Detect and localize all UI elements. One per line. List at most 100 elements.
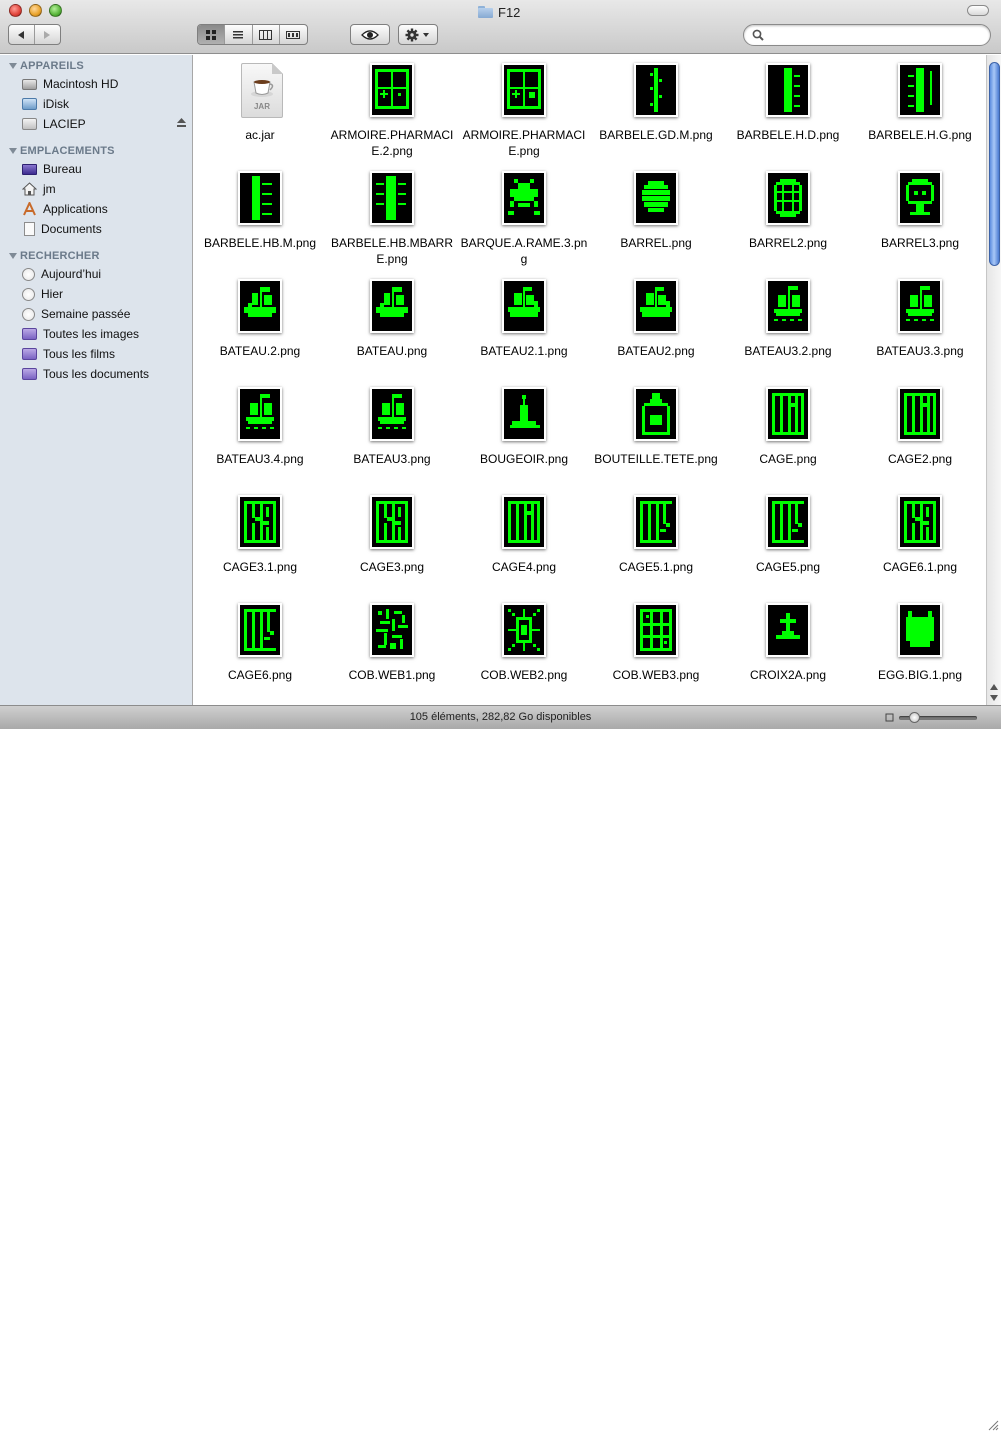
png-thumbnail-icon[interactable] <box>502 495 546 549</box>
file-name[interactable]: BARBELE.H.G.png <box>854 127 986 143</box>
file-item[interactable]: BARREL3.png <box>854 163 986 271</box>
vertical-scrollbar[interactable] <box>986 55 1001 705</box>
file-name[interactable]: BATEAU2.png <box>590 343 722 359</box>
column-view-button[interactable] <box>253 25 280 44</box>
file-item[interactable]: BARBELE.GD.M.png <box>590 55 722 163</box>
file-item[interactable]: BATEAU.2.png <box>194 271 326 379</box>
resize-grip-icon[interactable] <box>986 1418 999 1431</box>
file-name[interactable]: CAGE3.1.png <box>194 559 326 575</box>
action-menu-button[interactable] <box>398 24 438 45</box>
file-name[interactable]: BARREL3.png <box>854 235 986 251</box>
file-name[interactable]: EGG.BIG.1.png <box>854 667 986 683</box>
file-item[interactable]: CAGE3.png <box>326 487 458 595</box>
sidebar-item-today[interactable]: Aujourd’hui <box>22 265 101 283</box>
file-name[interactable]: CAGE3.png <box>326 559 458 575</box>
file-name[interactable]: ARMOIRE.PHARMACIE.2.png <box>326 127 458 159</box>
png-thumbnail-icon[interactable] <box>634 63 678 117</box>
png-thumbnail-icon[interactable] <box>898 495 942 549</box>
file-name[interactable]: CAGE4.png <box>458 559 590 575</box>
search-input[interactable] <box>768 28 978 42</box>
sidebar-header-search[interactable]: RECHERCHER <box>9 250 100 262</box>
quick-look-button[interactable] <box>350 24 390 45</box>
png-thumbnail-icon[interactable] <box>766 63 810 117</box>
png-thumbnail-icon[interactable] <box>238 387 282 441</box>
png-thumbnail-icon[interactable] <box>634 495 678 549</box>
file-item[interactable]: BARREL.png <box>590 163 722 271</box>
png-thumbnail-icon[interactable] <box>238 171 282 225</box>
file-item[interactable]: CAGE2.png <box>854 379 986 487</box>
png-thumbnail-icon[interactable] <box>634 603 678 657</box>
icon-view-button[interactable] <box>198 25 226 44</box>
file-item[interactable]: BOUTEILLE.TETE.png <box>590 379 722 487</box>
file-item[interactable]: COB.WEB1.png <box>326 595 458 703</box>
file-name[interactable]: ac.jar <box>194 127 326 143</box>
file-item[interactable]: BARQUE.A.RAME.3.png <box>458 163 590 271</box>
icon-size-slider-knob[interactable] <box>909 712 920 723</box>
jar-file-icon[interactable]: JAR <box>241 63 283 118</box>
file-item[interactable]: BATEAU3.3.png <box>854 271 986 379</box>
file-item[interactable]: BARBELE.HB.MBARRE.png <box>326 163 458 271</box>
file-name[interactable]: BATEAU.png <box>326 343 458 359</box>
sidebar-item-home[interactable]: jm <box>22 180 56 198</box>
file-item[interactable]: ARMOIRE.PHARMACIE.2.png <box>326 55 458 163</box>
scroll-thumb[interactable] <box>989 62 1000 266</box>
png-thumbnail-icon[interactable] <box>502 387 546 441</box>
file-name[interactable]: BATEAU3.4.png <box>194 451 326 467</box>
file-name[interactable]: BATEAU3.2.png <box>722 343 854 359</box>
file-name[interactable]: COB.WEB2.png <box>458 667 590 683</box>
png-thumbnail-icon[interactable] <box>766 171 810 225</box>
file-item[interactable]: CAGE4.png <box>458 487 590 595</box>
scroll-down-arrow-icon[interactable] <box>990 695 998 701</box>
png-thumbnail-icon[interactable] <box>898 279 942 333</box>
png-thumbnail-icon[interactable] <box>370 63 414 117</box>
png-thumbnail-icon[interactable] <box>766 603 810 657</box>
file-item[interactable]: COB.WEB3.png <box>590 595 722 703</box>
file-item[interactable]: BATEAU2.png <box>590 271 722 379</box>
close-button[interactable] <box>9 4 22 17</box>
png-thumbnail-icon[interactable] <box>238 495 282 549</box>
file-name[interactable]: BATEAU3.png <box>326 451 458 467</box>
file-item[interactable]: BARBELE.H.G.png <box>854 55 986 163</box>
file-name[interactable]: CAGE2.png <box>854 451 986 467</box>
png-thumbnail-icon[interactable] <box>502 603 546 657</box>
sidebar-item-all-movies[interactable]: Tous les films <box>22 345 115 363</box>
toolbar-toggle-button[interactable] <box>967 5 989 16</box>
png-thumbnail-icon[interactable] <box>370 495 414 549</box>
file-item[interactable]: BATEAU3.2.png <box>722 271 854 379</box>
file-item[interactable]: BATEAU3.png <box>326 379 458 487</box>
file-name[interactable]: BOUTEILLE.TETE.png <box>590 451 722 467</box>
file-name[interactable]: CAGE6.1.png <box>854 559 986 575</box>
sidebar-header-devices[interactable]: APPAREILS <box>9 60 84 72</box>
file-name[interactable]: CAGE5.1.png <box>590 559 722 575</box>
png-thumbnail-icon[interactable] <box>370 387 414 441</box>
sidebar-item-bureau[interactable]: Bureau <box>22 160 82 178</box>
png-thumbnail-icon[interactable] <box>898 603 942 657</box>
png-thumbnail-icon[interactable] <box>766 279 810 333</box>
sidebar-item-macintosh-hd[interactable]: Macintosh HD <box>22 75 118 93</box>
file-name[interactable]: BARBELE.H.D.png <box>722 127 854 143</box>
png-thumbnail-icon[interactable] <box>766 495 810 549</box>
file-name[interactable]: COB.WEB1.png <box>326 667 458 683</box>
png-thumbnail-icon[interactable] <box>766 387 810 441</box>
file-item[interactable]: CAGE5.1.png <box>590 487 722 595</box>
file-item[interactable]: EGG.BIG.1.png <box>854 595 986 703</box>
png-thumbnail-icon[interactable] <box>898 63 942 117</box>
png-thumbnail-icon[interactable] <box>238 603 282 657</box>
file-name[interactable]: BARREL.png <box>590 235 722 251</box>
png-thumbnail-icon[interactable] <box>502 279 546 333</box>
png-thumbnail-icon[interactable] <box>502 171 546 225</box>
file-name[interactable]: BATEAU.2.png <box>194 343 326 359</box>
file-item[interactable]: ARMOIRE.PHARMACIE.png <box>458 55 590 163</box>
png-thumbnail-icon[interactable] <box>898 387 942 441</box>
png-thumbnail-icon[interactable] <box>634 171 678 225</box>
file-name[interactable]: ARMOIRE.PHARMACIE.png <box>458 127 590 159</box>
png-thumbnail-icon[interactable] <box>370 171 414 225</box>
sidebar-item-documents[interactable]: Documents <box>22 220 102 238</box>
sidebar-item-idisk[interactable]: iDisk <box>22 95 69 113</box>
png-thumbnail-icon[interactable] <box>898 171 942 225</box>
eject-icon[interactable] <box>176 117 187 128</box>
file-item[interactable]: COB.WEB2.png <box>458 595 590 703</box>
sidebar-item-all-documents[interactable]: Tous les documents <box>22 365 149 383</box>
file-item[interactable]: CROIX2A.png <box>722 595 854 703</box>
minimize-button[interactable] <box>29 4 42 17</box>
